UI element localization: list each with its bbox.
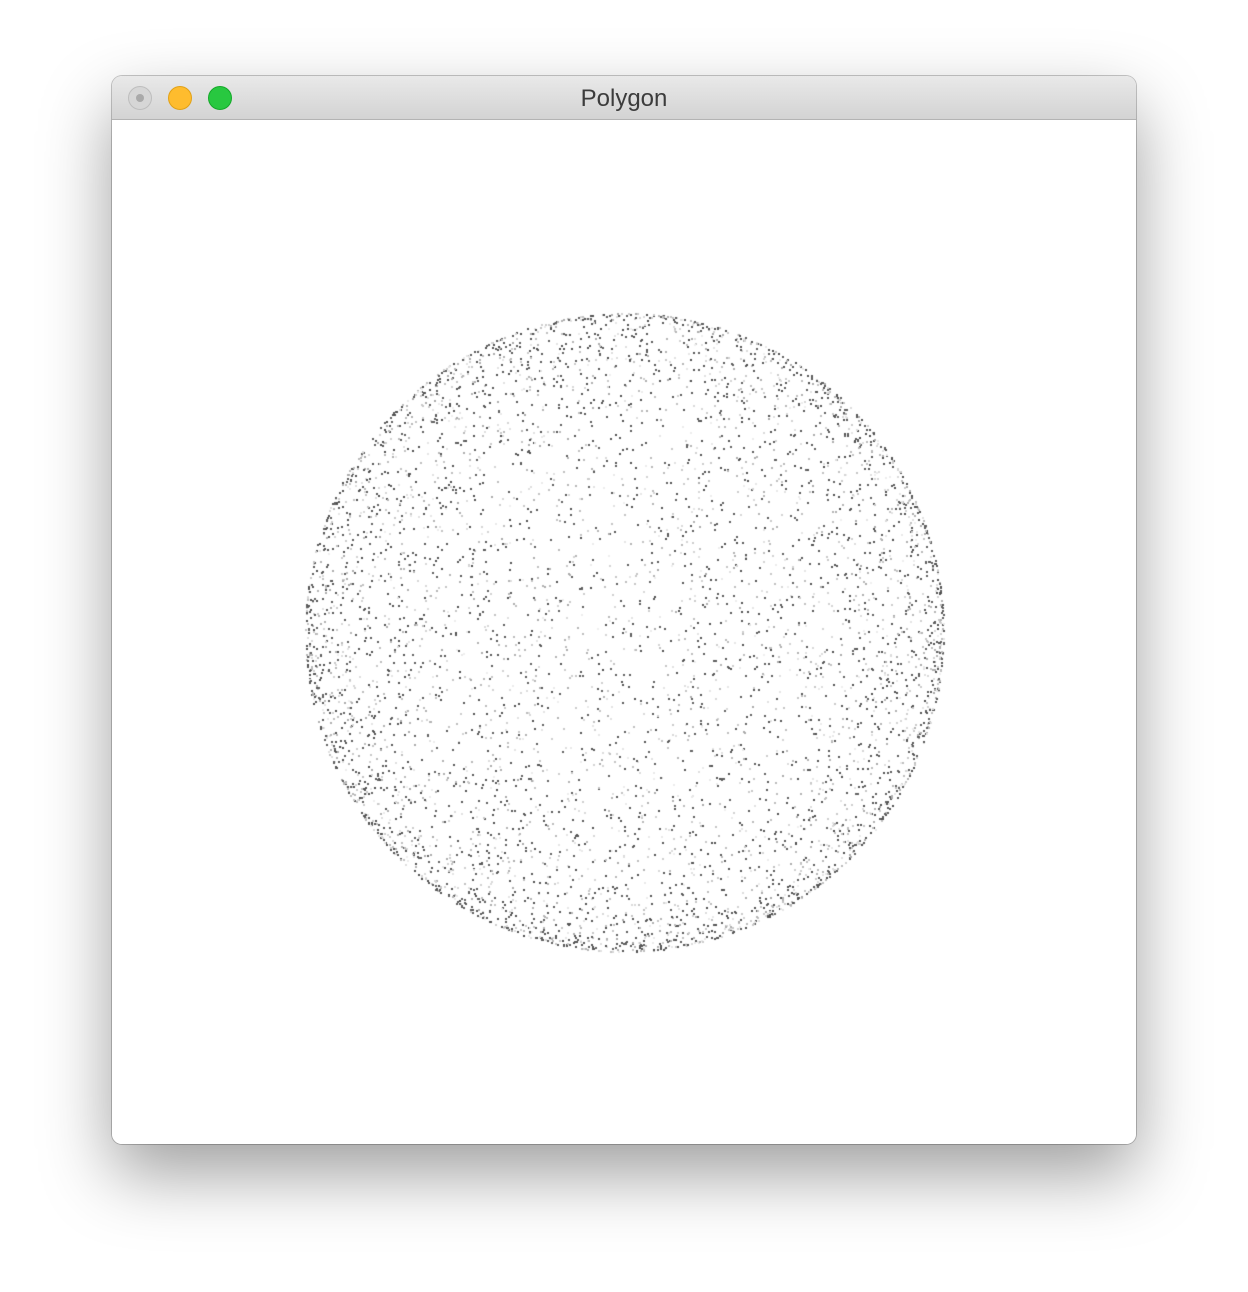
window-title: Polygon	[580, 85, 668, 112]
title-bar[interactable]: Polygon	[112, 76, 1136, 120]
app-window: Polygon	[112, 76, 1136, 1144]
point-sphere-canvas[interactable]	[112, 120, 1136, 1144]
render-viewport[interactable]	[112, 120, 1136, 1144]
